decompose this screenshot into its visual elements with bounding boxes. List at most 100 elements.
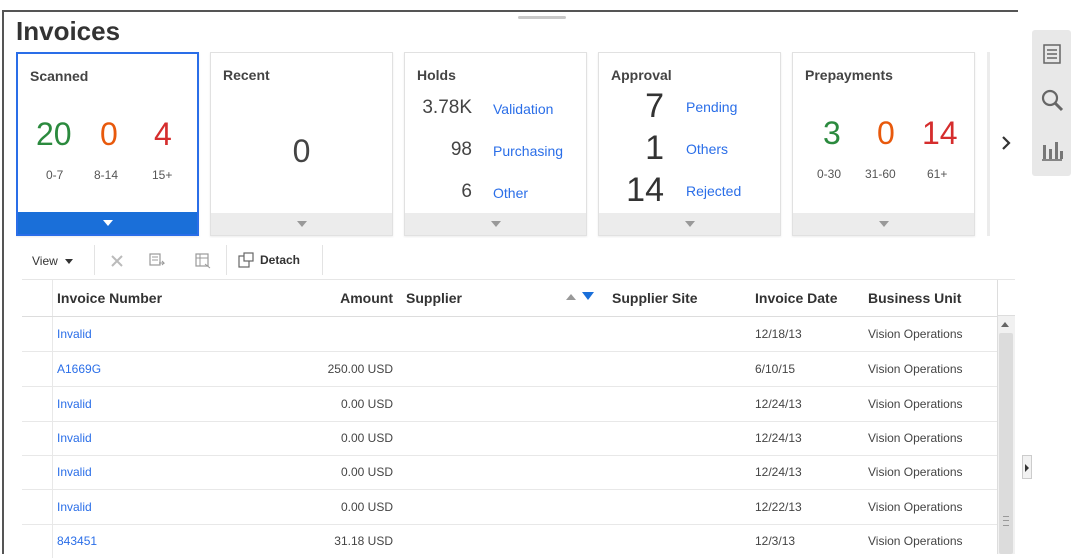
scroll-up-icon[interactable] <box>1001 322 1009 327</box>
column-header-invoice-date[interactable]: Invoice Date <box>755 290 837 306</box>
tile-expand-button[interactable] <box>405 213 586 235</box>
aging-value[interactable]: 14 <box>922 115 958 152</box>
drag-handle[interactable] <box>518 16 566 19</box>
row-gutter <box>22 524 53 558</box>
scrollbar-header-cap <box>997 280 1015 316</box>
invoice-number-link[interactable]: A1669G <box>57 362 101 376</box>
aging-value[interactable]: 20 <box>36 116 72 153</box>
tile-title: Recent <box>223 67 270 83</box>
invoice-date-cell: 12/3/13 <box>755 534 796 548</box>
row-gutter <box>22 352 53 386</box>
amount-cell: 0.00 USD <box>340 397 393 411</box>
caret-down-icon <box>490 221 501 227</box>
detach-label: Detach <box>260 253 301 267</box>
aging-range-label: 0-7 <box>46 168 64 182</box>
tile-title: Scanned <box>30 68 89 84</box>
table-row[interactable]: Invalid 12/18/13 Vision Operations <box>22 317 997 352</box>
holds-row[interactable]: 6 Other <box>405 181 586 209</box>
invoice-number-link[interactable]: 843451 <box>57 534 97 548</box>
row-gutter <box>22 490 53 524</box>
approval-link[interactable]: Others <box>686 141 728 157</box>
sort-controls[interactable] <box>566 292 594 300</box>
approval-link[interactable]: Pending <box>686 99 737 115</box>
holds-link[interactable]: Other <box>493 185 528 201</box>
tile-expand-button[interactable] <box>211 213 392 235</box>
aging-value[interactable]: 0 <box>877 115 895 152</box>
chevron-right-icon[interactable] <box>1001 130 1011 156</box>
table-row[interactable]: Invalid 0.00 USD 12/24/13 Vision Operati… <box>22 455 997 490</box>
invoice-date-cell: 12/24/13 <box>755 431 802 445</box>
aging-value[interactable]: 4 <box>154 116 172 153</box>
bar-chart-icon[interactable] <box>1032 128 1071 172</box>
row-gutter <box>22 455 53 489</box>
column-header-supplier[interactable]: Supplier <box>406 290 462 306</box>
invoice-number-link[interactable]: Invalid <box>57 327 92 341</box>
approval-count: 7 <box>645 87 664 125</box>
tile-holds[interactable]: Holds 3.78K Validation 98 Purchasing 6 O… <box>404 52 587 236</box>
view-menu-label: View <box>32 254 58 268</box>
aging-value[interactable]: 3 <box>823 115 841 152</box>
holds-row[interactable]: 98 Purchasing <box>405 139 586 167</box>
invoice-number-link[interactable]: Invalid <box>57 431 92 445</box>
column-header-amount[interactable]: Amount <box>340 290 393 306</box>
table-row[interactable]: A1669G 250.00 USD 6/10/15 Vision Operati… <box>22 352 997 387</box>
amount-cell: 31.18 USD <box>334 534 393 548</box>
row-gutter <box>22 317 53 351</box>
business-unit-cell: Vision Operations <box>868 465 963 479</box>
panel-collapse-handle[interactable] <box>1022 455 1032 479</box>
holds-count: 6 <box>461 181 472 202</box>
table-row[interactable]: Invalid 0.00 USD 12/24/13 Vision Operati… <box>22 387 997 422</box>
holds-row[interactable]: 3.78K Validation <box>405 97 586 125</box>
holds-link[interactable]: Validation <box>493 101 553 117</box>
table-row[interactable]: Invalid 0.00 USD 12/22/13 Vision Operati… <box>22 490 997 525</box>
business-unit-cell: Vision Operations <box>868 362 963 376</box>
holds-link[interactable]: Purchasing <box>493 143 563 159</box>
aging-range-label: 61+ <box>927 167 948 181</box>
tile-recent[interactable]: Recent 0 <box>210 52 393 236</box>
business-unit-cell: Vision Operations <box>868 534 963 548</box>
invoice-number-link[interactable]: Invalid <box>57 465 92 479</box>
amount-cell: 250.00 USD <box>327 362 393 376</box>
invoice-number-link[interactable]: Invalid <box>57 500 92 514</box>
invoice-date-cell: 12/24/13 <box>755 465 802 479</box>
search-icon[interactable] <box>1032 78 1071 122</box>
sort-descending-icon[interactable] <box>582 292 594 300</box>
freeze-icon[interactable] <box>192 250 214 272</box>
tile-expand-button[interactable] <box>599 213 780 235</box>
table-row[interactable]: Invalid 0.00 USD 12/24/13 Vision Operati… <box>22 421 997 456</box>
view-menu[interactable]: View <box>32 254 74 268</box>
tile-expand-button[interactable] <box>18 212 197 234</box>
column-header-business-unit[interactable]: Business Unit <box>868 290 961 306</box>
side-panel <box>1032 30 1071 176</box>
sort-ascending-icon[interactable] <box>566 294 576 300</box>
tile-approval[interactable]: Approval 7 Pending 1 Others 14 Rejected <box>598 52 781 236</box>
business-unit-cell: Vision Operations <box>868 431 963 445</box>
toolbar-divider <box>94 245 95 275</box>
document-list-icon[interactable] <box>1032 32 1071 76</box>
holds-count: 98 <box>450 139 472 160</box>
caret-down-icon <box>684 221 695 227</box>
tile-prepayments[interactable]: Prepayments 3 0 14 0-30 31-60 61+ <box>792 52 975 236</box>
tile-scanned[interactable]: Scanned 20 0 4 0-7 8-14 15+ <box>16 52 199 236</box>
table-row[interactable]: 843451 31.18 USD 12/3/13 Vision Operatio… <box>22 524 997 558</box>
aging-range-label: 0-30 <box>817 167 842 181</box>
recent-count: 0 <box>292 133 311 169</box>
column-header-supplier-site[interactable]: Supplier Site <box>612 290 698 306</box>
approval-row[interactable]: 1 Others <box>599 129 780 169</box>
column-header-invoice-number[interactable]: Invoice Number <box>57 290 162 306</box>
aging-value[interactable]: 0 <box>100 116 118 153</box>
invoice-number-link[interactable]: Invalid <box>57 397 92 411</box>
delete-x-icon[interactable] <box>106 250 128 272</box>
invoice-date-cell: 12/24/13 <box>755 397 802 411</box>
detach-button[interactable]: Detach <box>238 252 300 268</box>
caret-down-icon <box>296 221 307 227</box>
approval-link[interactable]: Rejected <box>686 183 741 199</box>
tile-expand-button[interactable] <box>793 213 974 235</box>
export-icon[interactable] <box>146 250 168 272</box>
tile-title: Prepayments <box>805 67 893 83</box>
approval-row[interactable]: 14 Rejected <box>599 171 780 211</box>
table-header: Invoice Number Amount Supplier Supplier … <box>22 280 997 317</box>
approval-row[interactable]: 7 Pending <box>599 87 780 127</box>
amount-cell: 0.00 USD <box>340 500 393 514</box>
approval-count: 1 <box>645 129 664 167</box>
